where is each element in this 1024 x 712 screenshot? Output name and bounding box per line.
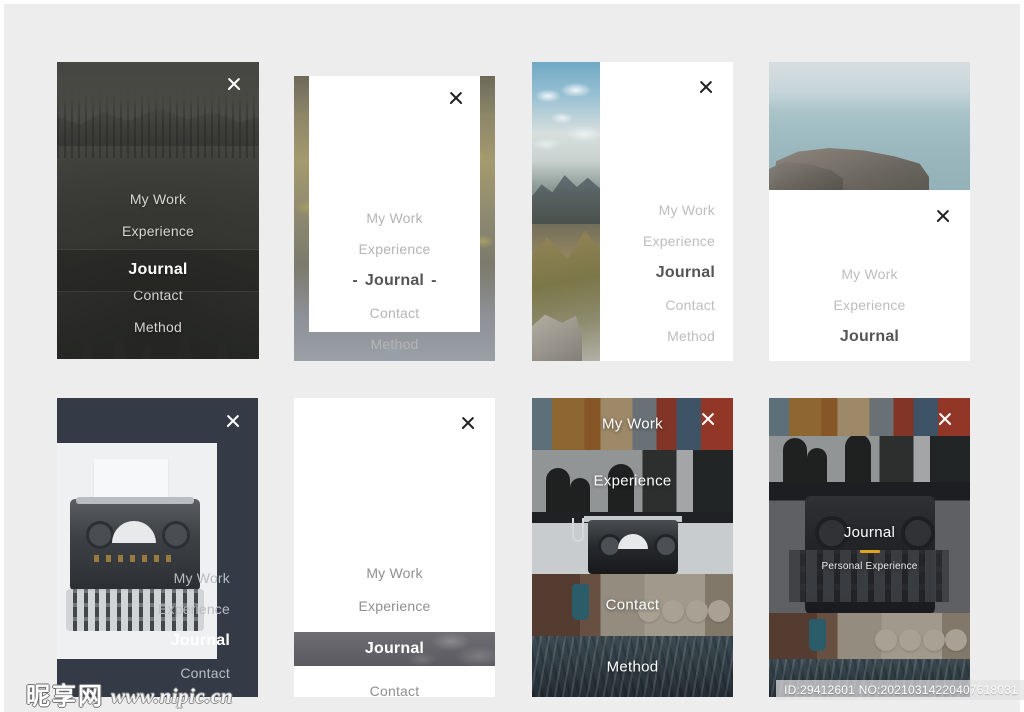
menu-item-my-work[interactable]: My Work: [769, 267, 970, 281]
typewriter-right-knob: [654, 534, 678, 558]
accordion-strip-experience[interactable]: [769, 436, 970, 482]
panel-content: Journal Personal Experience: [769, 524, 970, 572]
menu-item-experience[interactable]: Experience: [157, 602, 230, 616]
menu-item-journal[interactable]: Journal: [769, 329, 970, 345]
menu-item-experience[interactable]: Experience: [57, 224, 259, 238]
menu-item-journal[interactable]: Journal: [600, 265, 715, 281]
panel-title: Journal: [843, 523, 896, 541]
menu-item-contact[interactable]: Contact: [309, 306, 480, 320]
dash-right-icon: -: [431, 272, 437, 289]
close-icon[interactable]: [459, 414, 477, 432]
gallery-canvas: My Work Experience Journal Contact Metho…: [4, 4, 1024, 712]
accordion-strip-method[interactable]: [769, 659, 970, 697]
nav-menu: My Work Experience Journal Contact Metho…: [600, 203, 733, 360]
menu-item-contact[interactable]: Contact: [157, 666, 230, 680]
screenshot-stage: My Work Experience Journal Contact Metho…: [0, 0, 1024, 712]
close-icon[interactable]: [697, 78, 715, 96]
seaside-rock-photo: [769, 62, 970, 190]
strip-method[interactable]: Method: [532, 636, 733, 697]
close-icon[interactable]: [936, 410, 954, 428]
panel-subtitle: Personal Experience: [821, 560, 918, 572]
menu-item-journal[interactable]: Journal: [294, 641, 495, 657]
menu-item-my-work[interactable]: My Work: [294, 566, 495, 580]
menu-item-experience[interactable]: Experience: [769, 298, 970, 312]
menu-item-journal[interactable]: - Journal -: [309, 273, 480, 289]
mountain-ridge-shape: [532, 175, 600, 224]
close-icon[interactable]: [224, 412, 242, 430]
nav-menu: My Work Experience - Journal - Contact Met…: [309, 211, 480, 361]
accordion-strip-contact[interactable]: [769, 613, 970, 659]
active-item-highlight-band[interactable]: Journal: [294, 632, 495, 666]
strip-label-experience: Experience: [593, 472, 672, 490]
menu-card-accordion[interactable]: Journal Personal Experience: [769, 398, 970, 697]
strip-tint: [769, 436, 970, 482]
typewriter-left-knob: [86, 521, 114, 549]
menu-item-my-work[interactable]: My Work: [309, 211, 480, 225]
active-item-highlight-band[interactable]: Journal: [57, 249, 259, 292]
menu-item-my-work[interactable]: My Work: [600, 203, 715, 217]
nav-menu: My Work Experience Journal Contact Metho…: [769, 267, 970, 361]
close-icon[interactable]: [447, 89, 465, 107]
close-icon[interactable]: [225, 75, 243, 93]
menu-item-experience[interactable]: Experience: [600, 234, 715, 248]
menu-item-experience[interactable]: Experience: [309, 242, 480, 256]
menu-card-dark-forest[interactable]: My Work Experience Journal Contact Metho…: [57, 62, 259, 359]
typewriter-right-knob: [162, 521, 190, 549]
strip-journal-active[interactable]: [532, 512, 733, 574]
menu-item-method[interactable]: Method: [57, 320, 259, 334]
mountain-photo-rail: [532, 62, 600, 361]
menu-item-my-work[interactable]: My Work: [57, 192, 259, 206]
nav-menu: My Work Experience Journal Contact Metho…: [294, 566, 495, 697]
menu-card-top-header[interactable]: My Work Experience Journal Contact Metho…: [769, 62, 970, 361]
menu-item-my-work[interactable]: My Work: [157, 571, 230, 585]
typewriter-paper-bar: [76, 497, 194, 504]
strip-label-contact: Contact: [605, 596, 660, 614]
close-icon[interactable]: [934, 207, 952, 225]
menu-item-journal[interactable]: Journal: [157, 633, 230, 649]
menu-card-textured-band[interactable]: My Work Experience Journal Contact Metho…: [294, 398, 495, 697]
menu-item-contact[interactable]: Contact: [294, 684, 495, 697]
menu-item-method[interactable]: Method: [309, 337, 480, 351]
menu-card-navy-typewriter[interactable]: My Work Experience Journal Contact Metho…: [57, 398, 258, 697]
menu-card-photo-strips[interactable]: My Work Experience Contact Method: [532, 398, 733, 697]
menu-card-white-sheet[interactable]: My Work Experience - Journal - Contact Met…: [294, 76, 495, 361]
strip-experience[interactable]: Experience: [532, 450, 733, 512]
nav-menu: My Work Experience Journal Contact Metho…: [157, 571, 242, 697]
clouds-texture: [532, 72, 600, 164]
menu-item-method[interactable]: Method: [600, 329, 715, 343]
menu-item-contact[interactable]: Contact: [600, 298, 715, 312]
strip-tint: [769, 613, 970, 659]
typewriter-lever-shape: [572, 518, 584, 542]
menu-card-left-rail[interactable]: My Work Experience Journal Contact Metho…: [532, 62, 733, 361]
accordion-panel-journal[interactable]: Journal Personal Experience: [769, 482, 970, 613]
menu-item-experience[interactable]: Experience: [294, 599, 495, 613]
menu-item-journal[interactable]: Journal: [57, 262, 259, 278]
close-icon[interactable]: [699, 410, 717, 428]
typewriter-brand-plate: [94, 555, 176, 562]
accent-divider: [859, 549, 880, 553]
strip-contact[interactable]: Contact: [532, 574, 733, 636]
strip-label-method: Method: [606, 658, 659, 675]
dash-left-icon: -: [352, 272, 358, 289]
menu-item-journal-label: Journal: [364, 272, 425, 289]
